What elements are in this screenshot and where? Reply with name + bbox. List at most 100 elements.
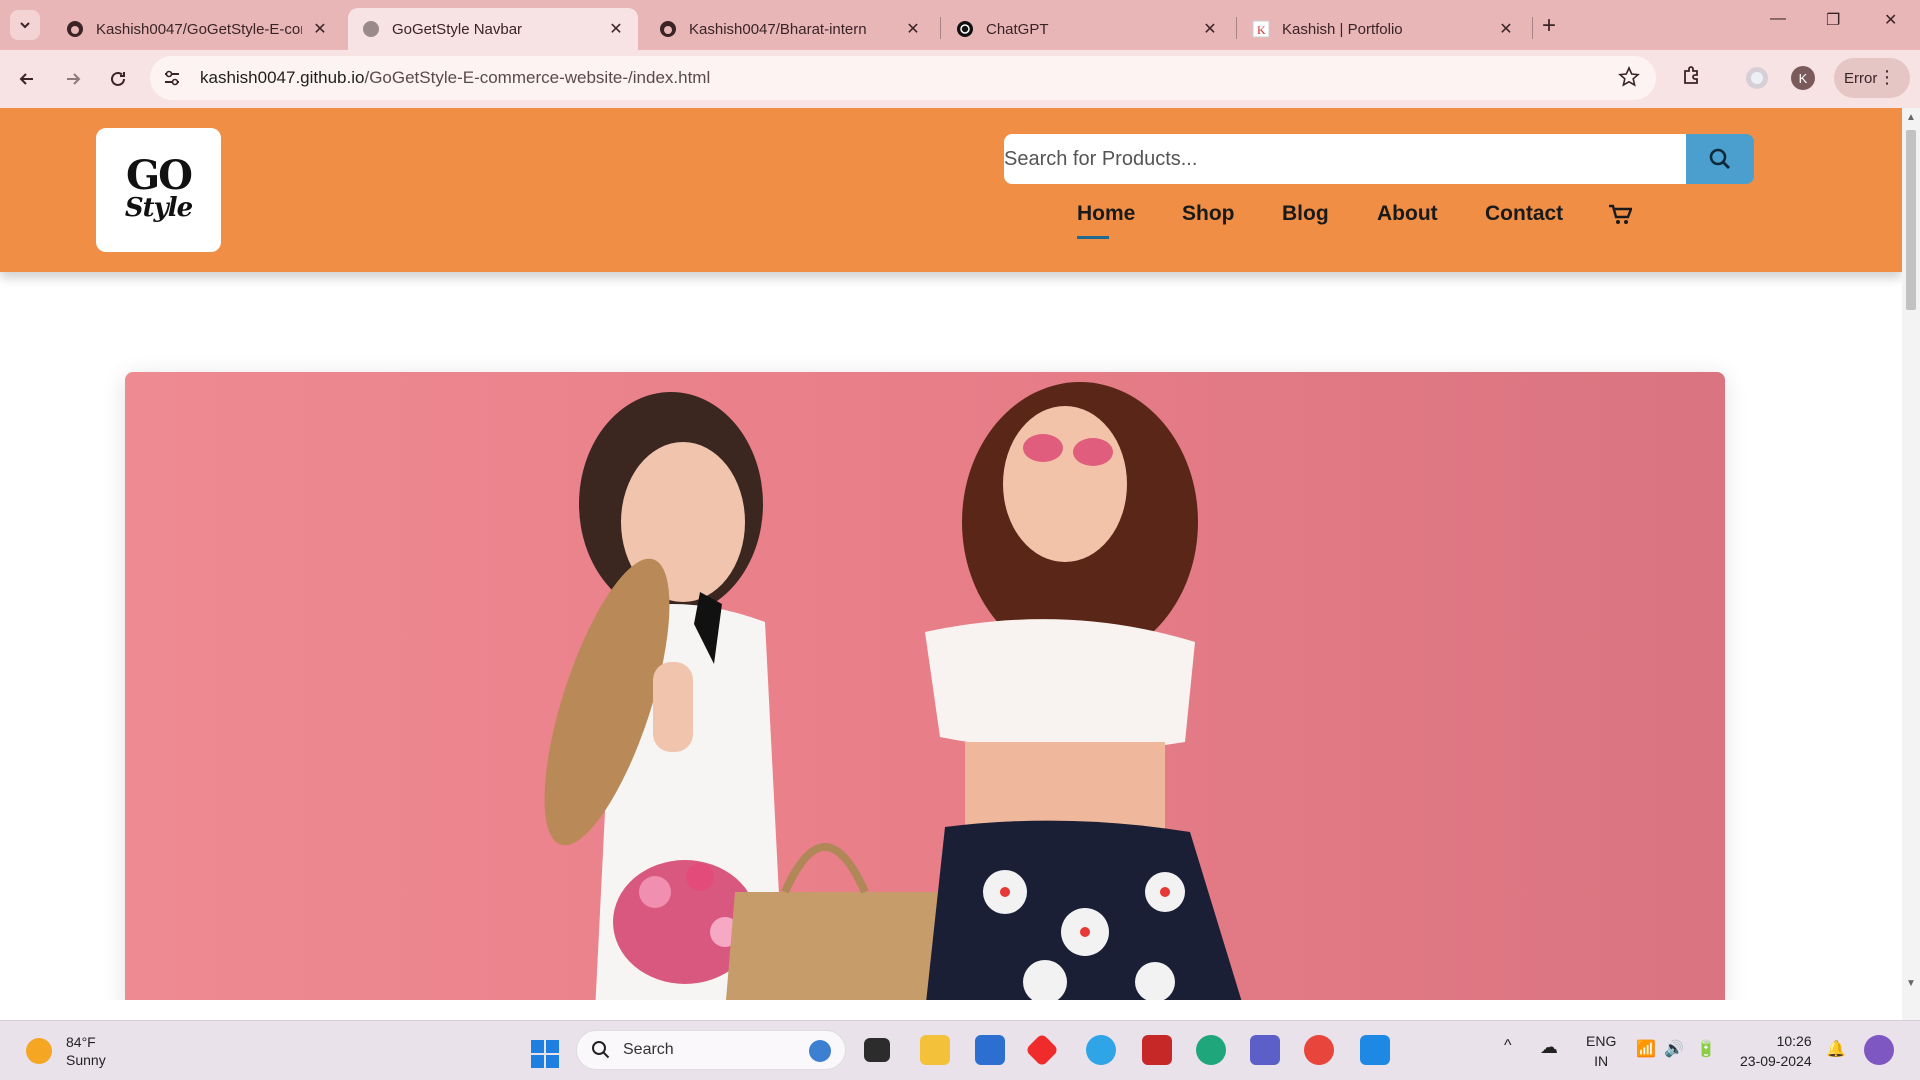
- bookmark-star-icon[interactable]: [1618, 66, 1640, 93]
- vertical-scrollbar[interactable]: ▲ ▼: [1902, 108, 1920, 1020]
- scroll-up-icon[interactable]: ▲: [1906, 112, 1916, 123]
- search-input[interactable]: [1004, 134, 1686, 184]
- nav-shop[interactable]: Shop: [1182, 202, 1235, 226]
- mcafee-icon[interactable]: [1142, 1035, 1172, 1065]
- tab-github-bharat-intern[interactable]: Kashish0047/Bharat-intern ✕: [645, 8, 935, 50]
- sun-icon: [26, 1038, 52, 1064]
- copilot-icon[interactable]: [1864, 1035, 1894, 1065]
- close-window-icon[interactable]: ✕: [1884, 10, 1897, 30]
- hero-banner: [125, 372, 1725, 1000]
- extensions-puzzle-icon[interactable]: [1680, 64, 1704, 93]
- clock-time: 10:26: [1776, 1033, 1812, 1049]
- nav-about[interactable]: About: [1377, 202, 1438, 226]
- error-button[interactable]: Error ⋮: [1834, 58, 1910, 98]
- svg-text:K: K: [1257, 23, 1266, 37]
- github-icon: [659, 20, 677, 38]
- github-icon: [66, 20, 84, 38]
- new-tab-button[interactable]: +: [1542, 12, 1556, 40]
- taskbar-search-label: Search: [623, 1041, 674, 1058]
- chrome-icon[interactable]: [1304, 1035, 1334, 1065]
- site-logo[interactable]: GO Style: [96, 128, 221, 252]
- reload-icon: [111, 71, 125, 86]
- back-button[interactable]: [12, 64, 42, 94]
- task-view-icon[interactable]: [864, 1038, 890, 1062]
- tab-title: ChatGPT: [986, 20, 1049, 38]
- search-button[interactable]: [1686, 134, 1754, 184]
- onedrive-icon[interactable]: ☁: [1540, 1037, 1558, 1058]
- edge-icon[interactable]: [1196, 1035, 1226, 1065]
- close-icon[interactable]: ✕: [1498, 19, 1514, 39]
- search-icon: [1709, 148, 1730, 169]
- cart-icon[interactable]: [1608, 204, 1633, 231]
- logo-wordmark-top: GO: [125, 152, 193, 199]
- tab-title: Kashish0047/Bharat-intern: [689, 20, 867, 38]
- help-icon[interactable]: [1086, 1035, 1116, 1065]
- battery-icon[interactable]: 🔋: [1696, 1039, 1716, 1059]
- vscode-icon[interactable]: [1360, 1035, 1390, 1065]
- close-icon[interactable]: ✕: [905, 19, 921, 39]
- tab-separator: [940, 17, 941, 39]
- clock-date: 23-09-2024: [1740, 1053, 1812, 1069]
- tab-portfolio[interactable]: K Kashish | Portfolio ✕: [1238, 8, 1528, 50]
- more-menu-icon[interactable]: ⋮: [1878, 67, 1896, 88]
- arrow-right-icon: [67, 73, 81, 85]
- vertical-scroll-thumb[interactable]: [1906, 130, 1916, 310]
- url-host: kashish0047.github.io: [200, 68, 365, 87]
- minimize-icon[interactable]: —: [1770, 10, 1786, 28]
- temperature: 84°F: [66, 1034, 96, 1050]
- nav-contact[interactable]: Contact: [1485, 202, 1563, 226]
- volume-icon[interactable]: 🔊: [1664, 1039, 1684, 1059]
- weather-text: 84°F Sunny: [66, 1033, 106, 1069]
- url-text: kashish0047.github.io/GoGetStyle-E-comme…: [200, 68, 710, 88]
- nav-home[interactable]: Home: [1077, 202, 1135, 239]
- weather-widget[interactable]: 84°F Sunny: [26, 1033, 106, 1069]
- scroll-down-icon[interactable]: ▼: [1906, 978, 1916, 989]
- portfolio-icon: K: [1252, 20, 1270, 38]
- site-settings-icon[interactable]: [160, 66, 184, 90]
- tab-github-gogetstyle[interactable]: Kashish0047/GoGetStyle-E-com ✕: [52, 8, 342, 50]
- tab-search-button[interactable]: [10, 10, 40, 40]
- language-indicator[interactable]: ENG IN: [1586, 1031, 1616, 1071]
- restore-icon[interactable]: ❐: [1826, 10, 1840, 30]
- tab-gogetstyle-navbar[interactable]: GoGetStyle Navbar ✕: [348, 8, 638, 50]
- product-search: [1004, 134, 1754, 184]
- globe-icon: [362, 20, 380, 38]
- app-diamond-icon[interactable]: [1025, 1033, 1059, 1067]
- chatgpt-icon: [956, 20, 974, 38]
- language-region: IN: [1594, 1053, 1609, 1069]
- notification-bell-icon[interactable]: 🔔: [1826, 1039, 1846, 1059]
- search-highlight-icon: [809, 1040, 831, 1062]
- chevron-down-icon: [20, 22, 30, 29]
- weather-condition: Sunny: [66, 1052, 106, 1068]
- file-explorer-icon[interactable]: [920, 1035, 950, 1065]
- reload-button[interactable]: [103, 64, 133, 94]
- browser-toolbar: kashish0047.github.io/GoGetStyle-E-comme…: [0, 50, 1920, 108]
- language-code: ENG: [1586, 1033, 1617, 1049]
- error-label: Error: [1844, 69, 1878, 87]
- tab-title: GoGetStyle Navbar: [392, 20, 523, 38]
- site-header: GO Style Home Shop Blog About Contact: [0, 108, 1902, 272]
- address-bar[interactable]: kashish0047.github.io/GoGetStyle-E-comme…: [150, 56, 1656, 100]
- arrow-left-icon: [19, 73, 33, 85]
- tab-title: Kashish | Portfolio: [1282, 20, 1403, 38]
- extension-icon[interactable]: [1744, 65, 1770, 96]
- close-icon[interactable]: ✕: [312, 19, 328, 39]
- microsoft-store-icon[interactable]: [975, 1035, 1005, 1065]
- url-path: /GoGetStyle-E-commerce-website-/index.ht…: [364, 68, 711, 87]
- profile-avatar[interactable]: K: [1791, 66, 1815, 90]
- tab-separator: [1532, 17, 1533, 39]
- close-icon[interactable]: ✕: [608, 19, 624, 39]
- windows-start-icon[interactable]: [530, 1039, 560, 1074]
- search-icon: [592, 1041, 610, 1059]
- wifi-icon[interactable]: 📶: [1636, 1039, 1656, 1059]
- tab-chatgpt[interactable]: ChatGPT ✕: [942, 8, 1232, 50]
- tray-overflow-icon[interactable]: ^: [1504, 1037, 1512, 1055]
- close-icon[interactable]: ✕: [1202, 19, 1218, 39]
- tab-title: Kashish0047/GoGetStyle-E-com: [96, 20, 302, 38]
- teams-icon[interactable]: [1250, 1035, 1280, 1065]
- system-clock[interactable]: 10:26 23-09-2024: [1740, 1031, 1812, 1071]
- page-viewport: GO Style Home Shop Blog About Contact: [0, 108, 1902, 1000]
- taskbar-search[interactable]: Search: [576, 1030, 846, 1070]
- forward-button[interactable]: [58, 64, 88, 94]
- nav-blog[interactable]: Blog: [1282, 202, 1329, 226]
